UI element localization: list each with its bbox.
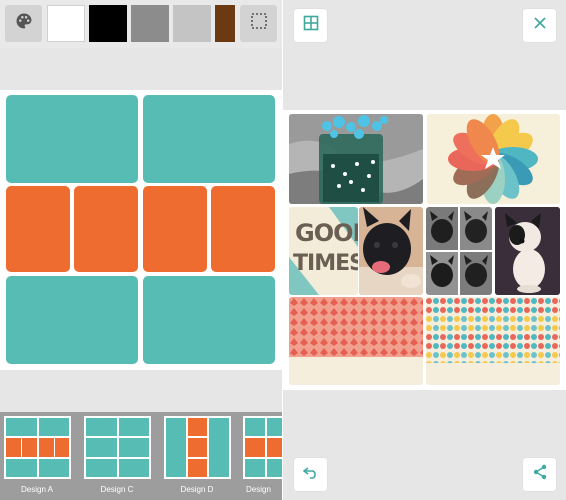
layout-cell[interactable] [6,186,70,272]
swatch-brown[interactable] [215,5,235,42]
bulldog-photo[interactable] [359,207,423,295]
layout-cell[interactable] [143,95,275,183]
design-d-label: Design D [180,485,214,494]
color-toolbar [0,0,283,48]
good-times-poster[interactable]: GOOD TIMES [289,207,358,295]
puppy-photo[interactable] [495,207,560,295]
crop-button[interactable] [240,5,277,42]
bottom-spacer [0,370,283,412]
design-a-label: Design A [20,485,54,494]
app-screen: Design A Design C Design D Design GOO TI… [0,0,566,500]
layout-cell[interactable] [211,186,275,272]
layout-grid-button[interactable] [294,9,327,42]
design-d-thumbnail[interactable] [164,416,231,479]
share-button[interactable] [523,458,556,491]
crop-frame-icon [250,12,268,35]
palette-icon [14,11,34,36]
undo-button[interactable] [294,458,327,491]
layout-cell[interactable] [143,186,207,272]
preview-bottom-bar [283,390,566,500]
poster-word-good: GOOD [295,219,358,247]
swatch-light-gray[interactable] [173,5,211,42]
red-pattern-art[interactable] [289,297,423,385]
swatch-white[interactable] [47,5,85,42]
poster-word-times: TIMES [293,251,358,276]
undo-icon [302,465,319,484]
design-c-thumbnail[interactable] [84,416,151,479]
dot-pattern-art[interactable] [426,297,560,385]
design-c-label: Design C [100,485,134,494]
vase-photo[interactable] [289,114,423,204]
layout-editor-panel: Design A Design C Design D Design [0,0,283,500]
layout-cell[interactable] [6,276,138,364]
design-e-thumbnail[interactable] [243,416,283,479]
rainbow-flower-art[interactable] [427,114,560,204]
swatch-black[interactable] [89,5,127,42]
bulldog-grid-photo[interactable] [426,207,492,295]
collage-preview-panel: GOOD TIMES [283,0,566,500]
layout-canvas[interactable] [0,90,283,370]
close-icon [533,16,547,35]
design-e-label: Design [246,485,271,494]
layout-cell[interactable] [143,276,275,364]
grid-icon [303,15,319,36]
layout-cell[interactable] [6,95,138,183]
top-spacer [0,48,283,90]
preview-top-bar [283,0,566,110]
layout-cell[interactable] [74,186,138,272]
swatch-gray[interactable] [131,5,169,42]
design-picker[interactable]: Design A Design C Design D Design [0,412,283,500]
collage-canvas: GOOD TIMES [283,110,566,390]
design-a-thumbnail[interactable] [4,416,71,479]
close-button[interactable] [523,9,556,42]
palette-button[interactable] [5,5,42,42]
share-icon [532,464,548,485]
